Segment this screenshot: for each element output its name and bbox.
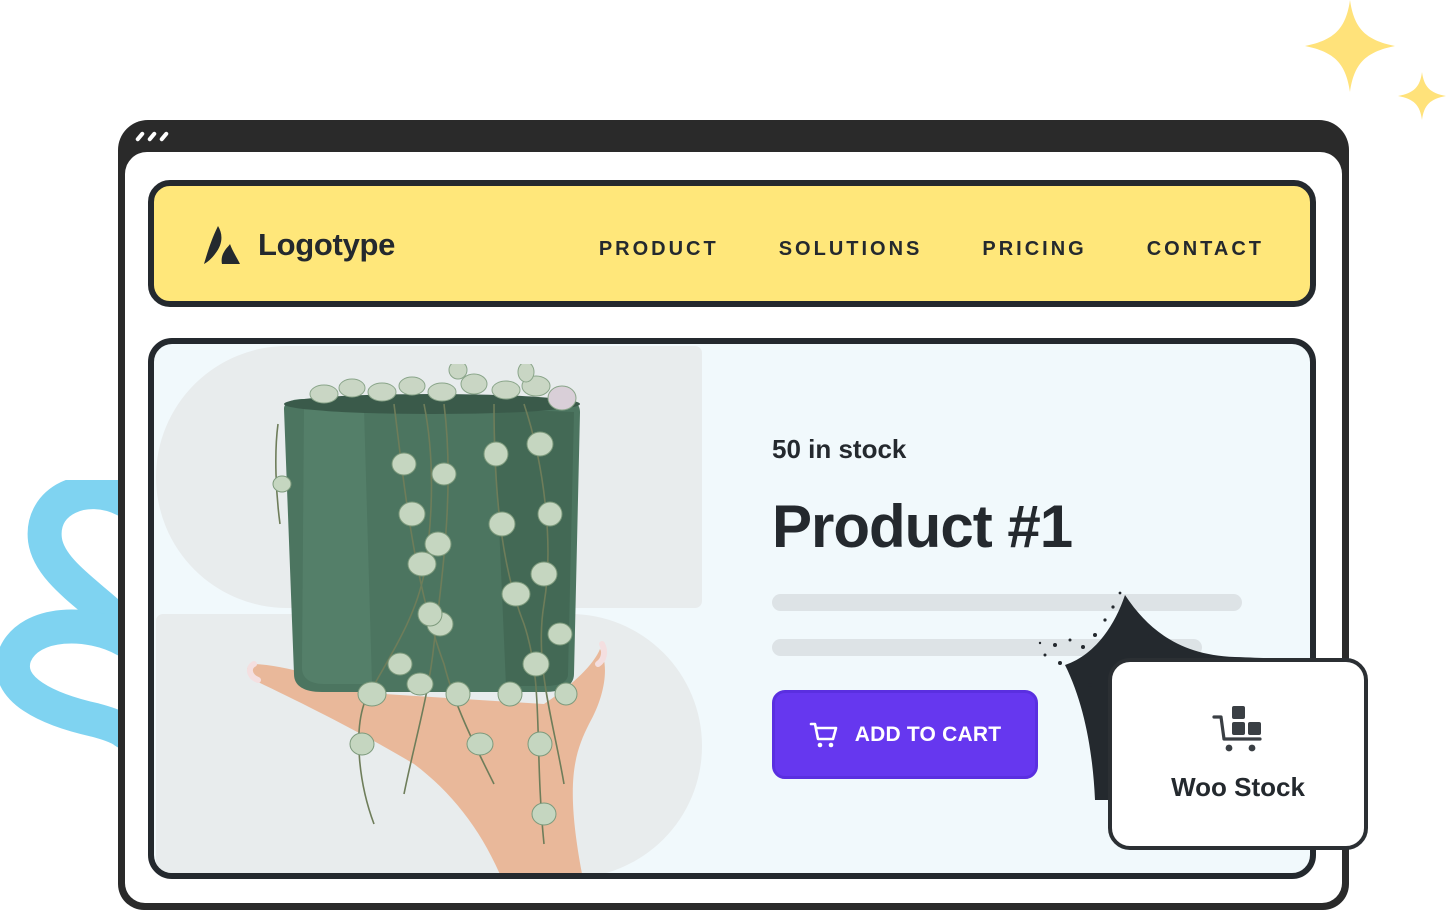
woo-stock-label: Woo Stock (1171, 771, 1305, 802)
stock-status: 50 in stock (772, 434, 907, 464)
logo[interactable]: Logotype (202, 224, 395, 266)
add-to-cart-button[interactable]: ADD TO CART (772, 690, 1038, 779)
cart-with-boxes-icon (1212, 705, 1262, 751)
product-title: Product #1 (772, 493, 1073, 560)
nav-link-pricing[interactable]: PRICING (982, 238, 1086, 261)
nav-link-product[interactable]: PRODUCT (599, 238, 719, 261)
add-to-cart-label: ADD TO CART (854, 722, 1002, 746)
logo-text: Logotype (258, 227, 396, 262)
window-control-dot[interactable] (134, 131, 146, 142)
sparkle-large-icon (1305, 0, 1395, 92)
logotype-mark-icon (204, 226, 240, 264)
product-image (246, 364, 608, 873)
window-control-dot[interactable] (146, 131, 158, 142)
squiggle-decoration-icon (0, 480, 130, 749)
nav-links: PRODUCT SOLUTIONS PRICING CONTACT (599, 238, 1264, 261)
window-control-dot[interactable] (158, 131, 170, 142)
nav-link-solutions[interactable]: SOLUTIONS (779, 238, 923, 261)
site-navbar: Logotype PRODUCT SOLUTIONS PRICING CONTA… (148, 180, 1316, 307)
woo-stock-badge: Woo Stock (1108, 658, 1368, 850)
nav-link-contact[interactable]: CONTACT (1147, 238, 1264, 261)
cart-icon (809, 722, 838, 747)
sparkle-small-icon (1398, 72, 1446, 120)
window-controls (134, 131, 170, 142)
